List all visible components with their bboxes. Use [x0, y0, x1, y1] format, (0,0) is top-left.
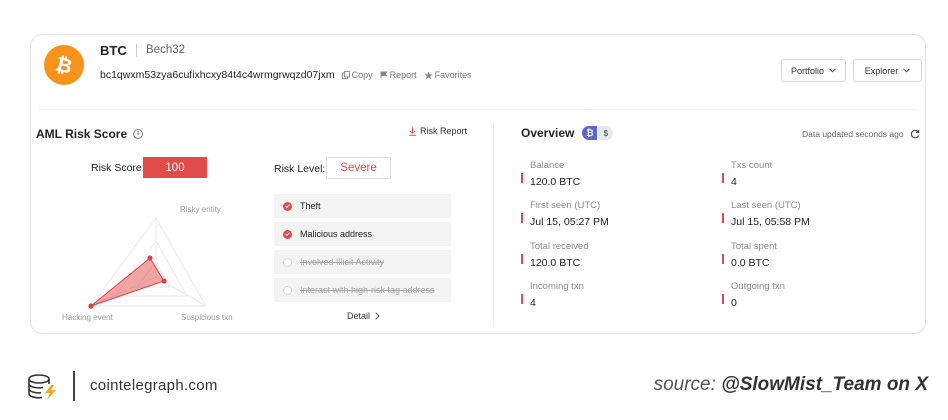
chevron-down-icon — [903, 68, 911, 73]
updated-text: Data updated seconds ago — [802, 129, 904, 139]
svg-text:₿: ₿ — [53, 53, 75, 77]
btc-toggle-button[interactable]: ₿ — [582, 126, 598, 140]
explorer-dropdown[interactable]: Explorer — [853, 59, 922, 82]
empty-circle-icon — [283, 285, 292, 295]
stat-value: 0 — [731, 297, 737, 309]
risk-tag-illicit-activity: Involved Illicit Activity — [274, 250, 451, 274]
radar-point-hacking-event — [88, 303, 94, 309]
footer-site-name: cointelegraph.com — [90, 377, 218, 394]
risk-tag-list: Theft Malicious address Involved Illicit… — [274, 194, 451, 306]
risk-score-label: Risk Score: — [91, 162, 145, 174]
coin-symbol: BTC — [100, 43, 127, 58]
copy-label: Copy — [351, 70, 373, 80]
empty-circle-icon — [283, 257, 292, 267]
stat-incoming-txn: Incoming txn 4 — [521, 281, 584, 309]
cointelegraph-logo-icon — [28, 374, 56, 400]
address-row: bc1qwxm53zya6cufixhcxy84t4c4wrmgrwqzd07j… — [100, 69, 472, 81]
overview-title-text: Overview — [521, 126, 575, 140]
stat-balance: Balance 120.0 BTC — [521, 160, 580, 188]
overview-heading: Overview ₿ $ — [521, 126, 614, 140]
radar-axis-label: Risky entity — [180, 205, 221, 214]
portfolio-dropdown[interactable]: Portfolio — [781, 59, 846, 82]
risk-level-label: Risk Level: — [274, 163, 326, 175]
risk-tag-label: Theft — [300, 201, 321, 211]
report-label: Report — [389, 70, 417, 80]
wallet-card: ₿ BTC Bech32 bc1qwxm53zya6cufixhcxy84t4c… — [30, 34, 926, 334]
risk-tag-malicious-address: Malicious address — [274, 222, 451, 246]
stat-label: Incoming txn — [530, 281, 584, 292]
data-updated-status: Data updated seconds ago — [802, 129, 920, 139]
stat-value: 0.0 BTC — [731, 257, 770, 269]
header-divider — [39, 109, 917, 110]
risk-tag-label: Malicious address — [300, 229, 373, 239]
risk-radar-chart: Risky entity Hacking event Suspicious tx… — [62, 205, 233, 322]
stat-label: Txs count — [731, 160, 773, 171]
stat-outgoing-txn: Outgoing txn 0 — [722, 281, 785, 309]
aml-risk-score-heading: AML Risk Score i — [36, 127, 144, 141]
report-button[interactable]: Report — [380, 70, 417, 80]
check-icon — [283, 201, 292, 211]
aml-title-text: AML Risk Score — [36, 127, 128, 141]
stat-value: 4 — [731, 176, 737, 188]
favorites-button[interactable]: Favorites — [424, 70, 472, 80]
radar-axis-label: Hacking event — [62, 313, 113, 322]
radar-risk-area — [90, 257, 165, 307]
copy-button[interactable]: Copy — [341, 70, 373, 80]
risk-report-button[interactable]: Risk Report — [408, 126, 467, 136]
currency-toggle: ₿ $ — [582, 126, 614, 140]
radar-point-suspicious-txn — [161, 278, 167, 284]
column-divider — [493, 123, 494, 327]
detail-link[interactable]: Detail — [347, 311, 380, 321]
risk-report-label: Risk Report — [420, 126, 468, 136]
explorer-label: Explorer — [864, 65, 899, 76]
refresh-icon[interactable] — [910, 129, 920, 139]
risk-tag-theft: Theft — [274, 194, 451, 218]
stat-label: Outgoing txn — [731, 281, 785, 292]
stat-total-spent: Total spent 0.0 BTC — [722, 241, 777, 269]
risk-tag-label: Interact with high-risk tag address — [300, 285, 435, 295]
risk-tag-label: Involved Illicit Activity — [300, 257, 385, 267]
stat-last-seen: Last seen (UTC) Jul 15, 05:58 PM — [722, 200, 810, 228]
footer-source-credit: source: @SlowMist_Team on X — [654, 374, 928, 396]
address-format: Bech32 — [146, 44, 186, 56]
copy-icon — [341, 71, 350, 79]
detail-label: Detail — [347, 311, 371, 321]
bitcoin-logo-icon: ₿ — [44, 45, 84, 85]
stat-txs-count: Txs count 4 — [722, 160, 772, 188]
radar-point-risky-entity — [147, 255, 153, 261]
stat-value: Jul 15, 05:58 PM — [731, 216, 810, 228]
risk-score-value: 100 — [143, 157, 207, 178]
stat-value: 120.0 BTC — [530, 257, 581, 269]
chevron-right-icon — [375, 312, 380, 320]
stat-total-received: Total received 120.0 BTC — [521, 241, 589, 269]
footer-divider — [73, 371, 75, 401]
stat-first-seen: First seen (UTC) Jul 15, 05:27 PM — [521, 200, 609, 228]
check-icon — [283, 229, 292, 239]
source-handle: @SlowMist_Team on X — [721, 374, 928, 395]
usd-toggle-button[interactable]: $ — [598, 126, 614, 140]
stat-value: 120.0 BTC — [530, 176, 581, 188]
star-icon — [424, 70, 433, 79]
wallet-address: bc1qwxm53zya6cufixhcxy84t4c4wrmgrwqzd07j… — [100, 69, 335, 81]
flag-icon — [380, 71, 388, 79]
info-icon[interactable]: i — [133, 129, 144, 139]
title-divider — [136, 44, 137, 57]
stat-label: First seen (UTC) — [530, 200, 601, 211]
chevron-down-icon — [829, 68, 836, 73]
stat-value: Jul 15, 05:27 PM — [530, 216, 609, 228]
risk-level-value: Severe — [326, 157, 391, 179]
download-icon — [409, 127, 416, 136]
portfolio-label: Portfolio — [790, 65, 825, 76]
stat-label: Last seen (UTC) — [731, 200, 801, 211]
radar-axis-label: Suspicious txn — [181, 313, 233, 322]
risk-tag-high-risk-interaction: Interact with high-risk tag address — [274, 278, 451, 302]
favorites-label: Favorites — [434, 70, 472, 80]
stat-label: Total received — [530, 241, 589, 252]
source-prefix: source: — [653, 374, 722, 395]
stat-label: Total spent — [731, 241, 777, 252]
stat-label: Balance — [530, 160, 565, 171]
stat-value: 4 — [530, 297, 536, 309]
